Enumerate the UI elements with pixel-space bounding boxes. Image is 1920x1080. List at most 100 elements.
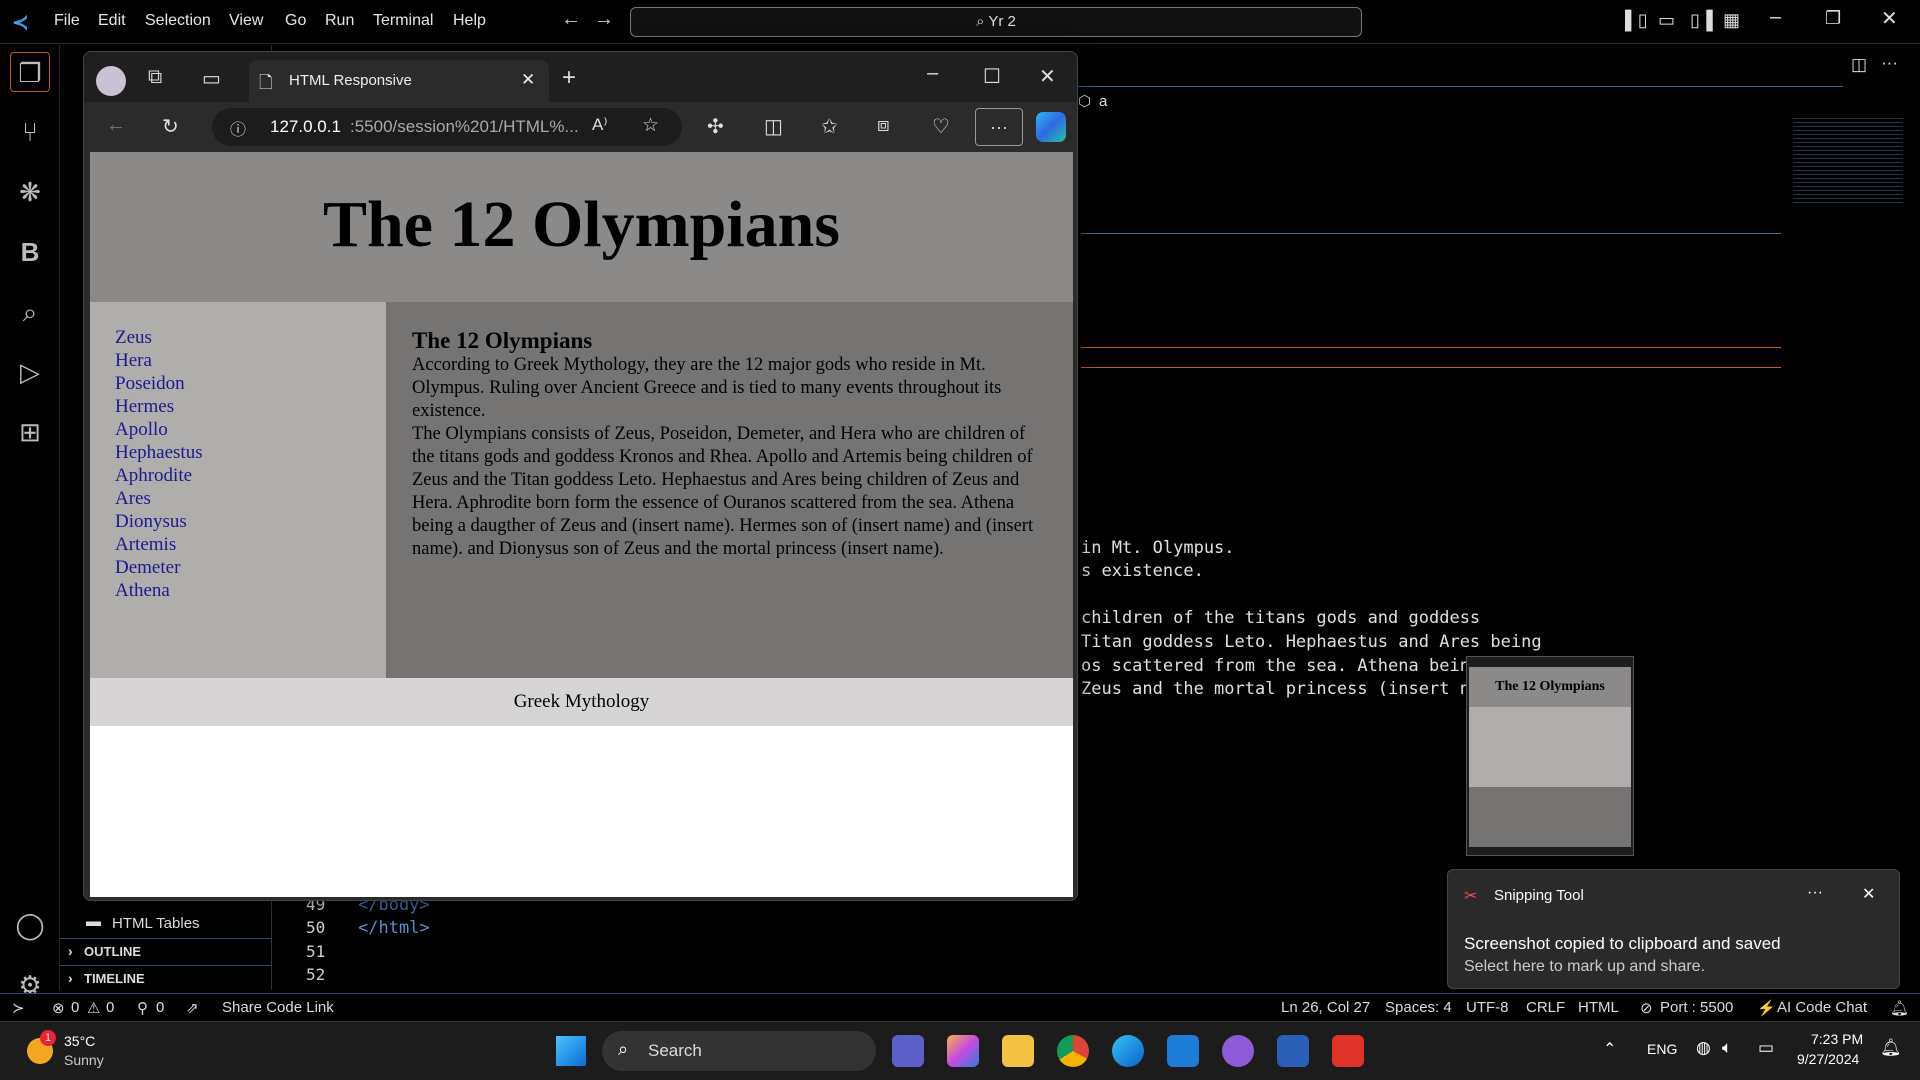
- figma-icon[interactable]: ❋: [10, 172, 50, 212]
- live-server-icon[interactable]: ⊘: [1640, 999, 1653, 1017]
- snipping-tool-notification[interactable]: ✂ Snipping Tool ··· ✕ Screenshot copied …: [1447, 869, 1900, 989]
- teams-icon[interactable]: [892, 1035, 924, 1067]
- extensions-icon[interactable]: ⊞: [10, 412, 50, 452]
- edge-icon[interactable]: [1112, 1035, 1144, 1067]
- nav-link-zeus[interactable]: Zeus: [115, 327, 152, 349]
- menu-selection[interactable]: Selection: [145, 12, 211, 30]
- nav-link-hephaestus[interactable]: Hephaestus: [115, 442, 203, 464]
- end-of-line[interactable]: CRLF: [1526, 999, 1565, 1016]
- indentation[interactable]: Spaces: 4: [1385, 999, 1452, 1016]
- clock-time[interactable]: 7:23 PM: [1811, 1031, 1863, 1047]
- ports-count[interactable]: 0: [156, 999, 164, 1016]
- input-language[interactable]: ENG: [1647, 1041, 1677, 1057]
- favorites-icon[interactable]: ✩: [821, 114, 838, 139]
- outline-chevron-icon[interactable]: ›: [68, 943, 73, 959]
- menu-file[interactable]: File: [54, 12, 80, 30]
- nav-link-hermes[interactable]: Hermes: [115, 396, 174, 418]
- weather-temp[interactable]: 35°C: [64, 1033, 95, 1049]
- source-control-icon[interactable]: ⑂: [10, 112, 50, 152]
- browser-tab[interactable]: 🗋︎ HTML Responsive ✕: [249, 60, 549, 102]
- copilot-app-icon[interactable]: [947, 1035, 979, 1067]
- menu-terminal[interactable]: Terminal: [373, 12, 433, 30]
- network-icon[interactable]: ◍: [1696, 1038, 1711, 1058]
- nav-link-hera[interactable]: Hera: [115, 350, 152, 372]
- extensions-icon[interactable]: ✣: [707, 114, 724, 139]
- toggle-sidebar-icon[interactable]: ▌▯: [1625, 10, 1648, 31]
- accounts-icon[interactable]: ◯: [10, 905, 50, 945]
- nav-link-artemis[interactable]: Artemis: [115, 534, 176, 556]
- site-info-icon[interactable]: ⓘ: [230, 116, 246, 140]
- battery-icon[interactable]: ▭: [1758, 1038, 1774, 1058]
- vivaldi-icon[interactable]: [1332, 1035, 1364, 1067]
- customize-layout-icon[interactable]: ▦: [1723, 10, 1740, 31]
- live-server-port[interactable]: Port : 5500: [1660, 999, 1733, 1016]
- file-explorer-icon[interactable]: [1002, 1035, 1034, 1067]
- settings-more-icon[interactable]: ···: [975, 108, 1023, 146]
- split-screen-icon[interactable]: ◫: [764, 114, 783, 139]
- explorer-icon[interactable]: ❐: [10, 52, 50, 92]
- more-actions-icon[interactable]: ···: [1881, 53, 1898, 73]
- minimap[interactable]: [1793, 115, 1903, 205]
- nav-forward-icon[interactable]: →: [594, 8, 614, 31]
- toast-more-icon[interactable]: ···: [1807, 884, 1823, 902]
- favorite-star-icon[interactable]: ☆: [642, 114, 659, 137]
- browser-essentials-icon[interactable]: ♡: [932, 114, 950, 139]
- nav-link-poseidon[interactable]: Poseidon: [115, 373, 185, 395]
- microsoft-store-icon[interactable]: [1277, 1035, 1309, 1067]
- split-editor-icon[interactable]: ◫: [1851, 55, 1867, 75]
- menu-run[interactable]: Run: [325, 12, 354, 30]
- ai-icon[interactable]: ⚡: [1757, 999, 1776, 1017]
- clock-date[interactable]: 9/27/2024: [1797, 1051, 1859, 1067]
- warning-icon[interactable]: ⚠: [87, 999, 100, 1017]
- toggle-panel-icon[interactable]: ▭: [1658, 10, 1675, 31]
- ai-code-chat[interactable]: AI Code Chat: [1777, 999, 1867, 1016]
- b-extension-icon[interactable]: B: [10, 232, 50, 272]
- weather-desc[interactable]: Sunny: [64, 1052, 104, 1068]
- menu-edit[interactable]: Edit: [98, 12, 126, 30]
- minimize-icon[interactable]: –: [1770, 6, 1781, 29]
- refresh-icon[interactable]: ↻: [162, 114, 179, 139]
- nav-link-dionysus[interactable]: Dionysus: [115, 511, 187, 533]
- timeline-chevron-icon[interactable]: ›: [68, 970, 73, 986]
- profile-avatar[interactable]: [96, 66, 126, 96]
- close-icon[interactable]: ✕: [1881, 6, 1898, 31]
- new-tab-icon[interactable]: +: [562, 64, 576, 92]
- github-desktop-icon[interactable]: [1222, 1035, 1254, 1067]
- show-hidden-icons-chevron-icon[interactable]: ⌃: [1603, 1039, 1616, 1059]
- ports-icon[interactable]: ⚲: [137, 999, 148, 1017]
- cursor-position[interactable]: Ln 26, Col 27: [1281, 999, 1370, 1016]
- share-code-link[interactable]: Share Code Link: [222, 999, 334, 1016]
- copilot-icon[interactable]: [1036, 112, 1066, 142]
- menu-go[interactable]: Go: [285, 12, 306, 30]
- nav-link-demeter[interactable]: Demeter: [115, 557, 180, 579]
- vscode-icon[interactable]: [1167, 1035, 1199, 1067]
- tab-actions-icon[interactable]: ▭: [202, 66, 221, 91]
- toast-close-icon[interactable]: ✕: [1862, 884, 1875, 904]
- tab-close-icon[interactable]: ✕: [521, 70, 535, 90]
- workspaces-icon[interactable]: ⧉: [148, 66, 162, 89]
- read-aloud-icon[interactable]: A⁾: [592, 115, 608, 135]
- start-windows-icon[interactable]: [556, 1036, 586, 1066]
- explorer-item-html-tables[interactable]: HTML Tables: [112, 915, 200, 932]
- language-mode[interactable]: HTML: [1578, 999, 1619, 1016]
- share-icon[interactable]: ⇗: [186, 999, 199, 1017]
- restore-icon[interactable]: ❐: [1825, 8, 1841, 29]
- nav-link-apollo[interactable]: Apollo: [115, 419, 168, 441]
- nav-link-aphrodite[interactable]: Aphrodite: [115, 465, 192, 487]
- snip-thumbnail[interactable]: The 12 Olympians: [1466, 656, 1634, 856]
- nav-link-athena[interactable]: Athena: [115, 580, 170, 602]
- timeline-section[interactable]: TIMELINE: [84, 971, 145, 986]
- encoding[interactable]: UTF-8: [1466, 999, 1509, 1016]
- breadcrumb-item[interactable]: a: [1099, 93, 1107, 110]
- command-center[interactable]: ⌕ Yr 2: [630, 7, 1362, 37]
- menu-view[interactable]: View: [229, 12, 263, 30]
- outline-section[interactable]: OUTLINE: [84, 944, 141, 959]
- nav-link-ares[interactable]: Ares: [115, 488, 151, 510]
- chrome-icon[interactable]: [1057, 1035, 1089, 1067]
- error-icon[interactable]: ⊗: [52, 999, 65, 1017]
- toggle-secondary-sidebar-icon[interactable]: ▯▐: [1690, 10, 1713, 31]
- search-icon[interactable]: ⌕: [10, 292, 50, 332]
- nav-back-icon[interactable]: ←: [561, 8, 581, 31]
- volume-icon[interactable]: 🔈︎: [1722, 1038, 1732, 1058]
- run-debug-icon[interactable]: ▷: [10, 352, 50, 392]
